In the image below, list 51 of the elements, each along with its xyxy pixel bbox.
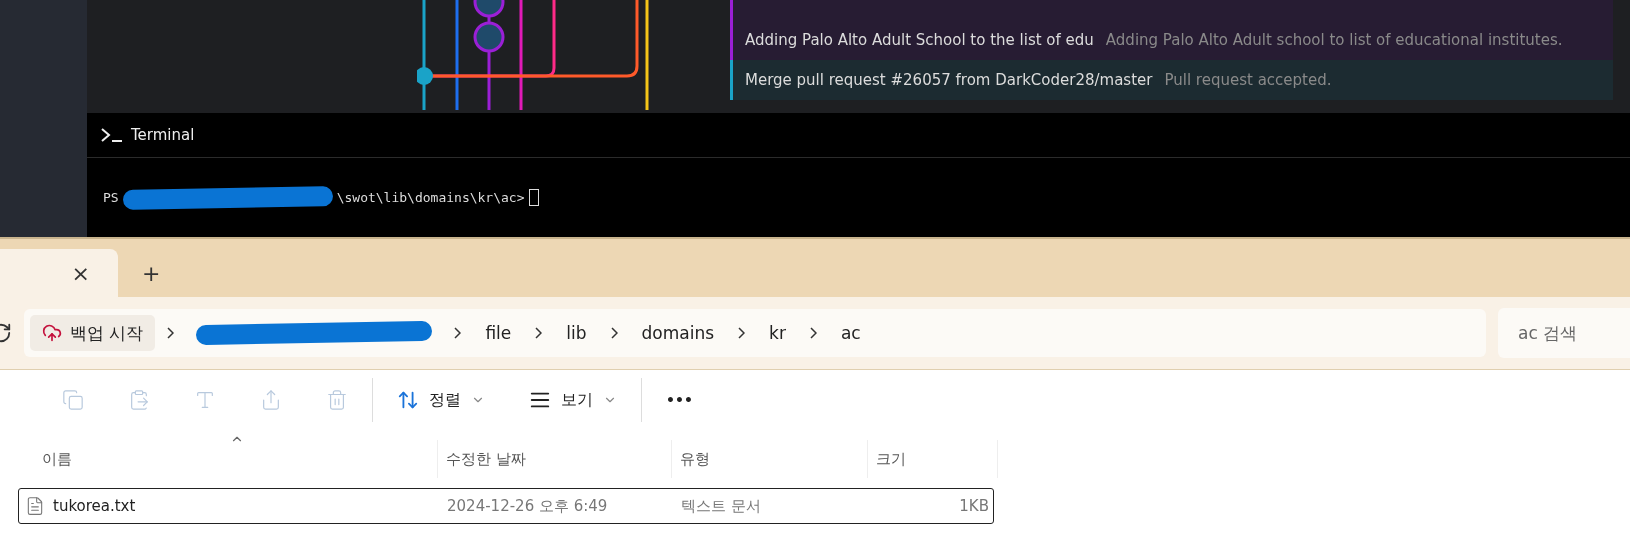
file-row[interactable]: tukorea.txt 2024-12-26 오후 6:49 텍스트 문서 1KB xyxy=(18,488,994,524)
column-header[interactable]: 유형 xyxy=(672,440,868,478)
cursor xyxy=(528,189,539,206)
file-type: 텍스트 문서 xyxy=(680,496,762,516)
chevron-icon xyxy=(535,327,543,339)
breadcrumb-item[interactable]: kr xyxy=(757,315,798,351)
view-button[interactable]: 보기 xyxy=(507,378,639,422)
commit-row[interactable] xyxy=(730,0,1613,20)
commit-message: Pull request accepted. xyxy=(1164,71,1332,89)
breadcrumb-item[interactable]: ac xyxy=(828,315,873,351)
copy-icon xyxy=(62,389,84,411)
rename-icon xyxy=(194,389,216,411)
chevron-icon xyxy=(167,327,175,339)
prompt-text: PS xyxy=(103,190,119,205)
avatar-node xyxy=(473,0,505,18)
breadcrumb-item[interactable]: domains xyxy=(629,315,727,351)
delete-icon xyxy=(326,389,348,411)
share-icon xyxy=(260,389,282,411)
cloud-upload-icon xyxy=(42,323,62,343)
column-header[interactable]: 크기 xyxy=(868,440,998,478)
merge-node xyxy=(417,67,433,85)
file-size: 1KB xyxy=(958,497,989,515)
backup-button[interactable]: 백업 시작 xyxy=(30,315,156,351)
commit-title: Merge pull request #26057 from DarkCoder28/master xyxy=(745,71,1153,89)
avatar-node xyxy=(473,21,505,53)
commit-title: Adding Palo Alto Adult School to the list of edu xyxy=(745,31,1094,49)
terminal-title: Terminal xyxy=(131,126,195,144)
breadcrumb-item[interactable]: file xyxy=(473,315,524,351)
modified-date: 2024-12-26 오후 6:49 xyxy=(446,496,609,516)
close-tab-button[interactable]: × xyxy=(63,260,98,286)
search-field[interactable]: ac 검색 xyxy=(1498,308,1630,358)
chevron-icon xyxy=(809,327,817,339)
chevron-icon xyxy=(610,327,618,339)
new-tab-button[interactable]: + xyxy=(136,249,167,297)
text-file-icon xyxy=(25,496,45,516)
file-name: tukorea.txt xyxy=(53,497,136,515)
column-header[interactable]: 수정한 날짜 xyxy=(438,440,672,478)
sort-button[interactable]: 정렬 xyxy=(375,378,507,422)
more-button[interactable]: ••• xyxy=(644,378,715,422)
commit-message: Adding Palo Alto Adult school to list of educational institutes. xyxy=(1105,31,1563,49)
prompt-path: \swot\lib\domains\kr\ac> xyxy=(336,190,525,205)
chevron-icon xyxy=(454,327,462,339)
column-header[interactable]: 이름 xyxy=(0,440,438,478)
commit-row[interactable]: Adding Palo Alto Adult School to the list of edu Adding Palo Alto Adult school to list of educational institutes. xyxy=(730,20,1613,60)
commit-row[interactable]: Merge pull request #26057 from DarkCoder28/master Pull request accepted. xyxy=(730,60,1613,100)
breadcrumb-item[interactable]: lib xyxy=(554,315,599,351)
paste-icon xyxy=(128,389,150,411)
chevron-icon xyxy=(738,327,746,339)
terminal-icon xyxy=(101,128,123,142)
sort-arrows-icon xyxy=(397,389,419,411)
address-bar[interactable]: 백업 시작 file lib domains kr ac xyxy=(24,309,1486,357)
